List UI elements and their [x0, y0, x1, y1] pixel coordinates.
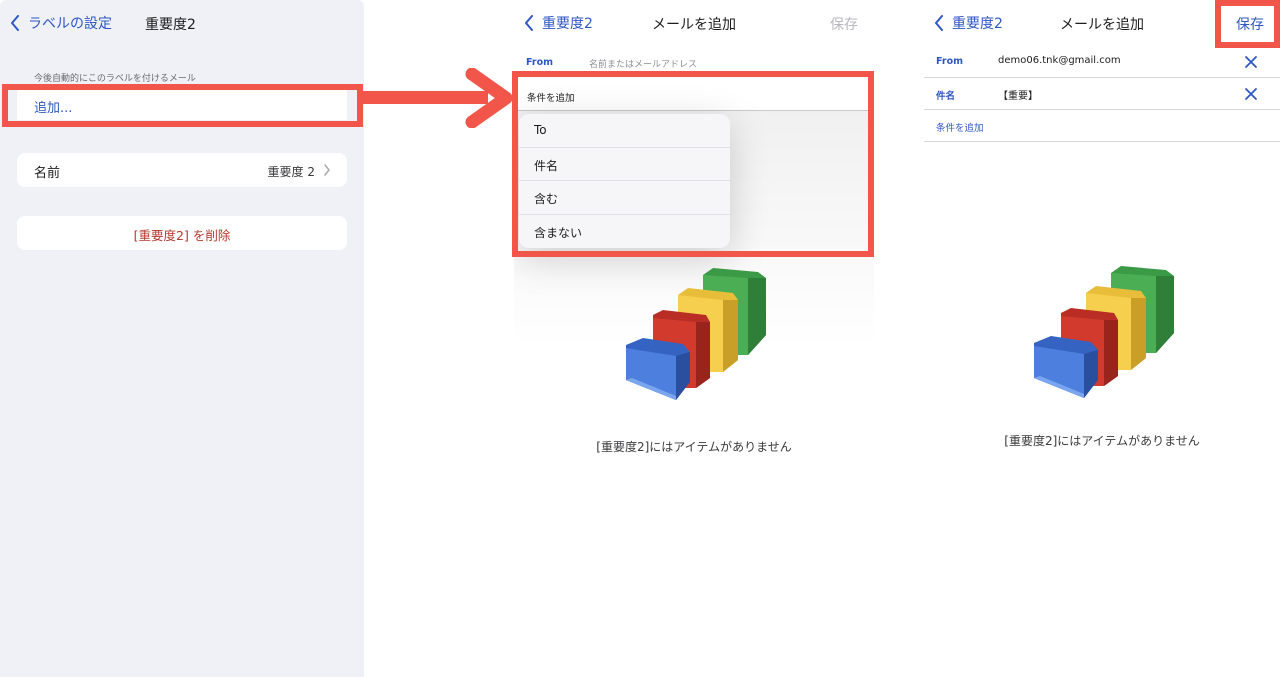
close-icon[interactable] [1244, 87, 1258, 101]
add-mail-screen-filled: 重要度2 メールを追加 保存 From demo06.tnk@gmail.com… [924, 0, 1280, 677]
highlight-add-row [2, 84, 363, 127]
navbar: ラベルの設定 重要度2 [0, 0, 364, 46]
from-field-row: From demo06.tnk@gmail.com [924, 46, 1280, 78]
folders-illustration [626, 268, 766, 400]
highlight-save-button [1215, 0, 1280, 48]
delete-label-button[interactable]: [重要度2] を削除 [17, 216, 347, 250]
folders-illustration [1034, 266, 1174, 398]
back-button[interactable]: ラベルの設定 [10, 13, 112, 33]
blue-folder [626, 338, 690, 400]
page-title: 重要度2 [145, 17, 196, 33]
label-name-row[interactable]: 名前 重要度 2 [17, 153, 347, 187]
add-condition-row[interactable]: 条件を追加 [924, 110, 1280, 142]
navbar: 重要度2 メールを追加 保存 [514, 0, 874, 46]
back-label: ラベルの設定 [28, 16, 112, 32]
section-hint: 今後自動的にこのラベルを付けるメール [34, 74, 196, 84]
subject-label: 件名 [936, 91, 956, 102]
from-label: From [936, 56, 963, 67]
name-label: 名前 [34, 166, 61, 181]
chevron-left-icon [11, 15, 19, 31]
delete-label-text: [重要度2] を削除 [133, 228, 231, 243]
from-input[interactable]: 名前またはメールアドレス [589, 57, 697, 70]
close-icon[interactable] [1244, 55, 1258, 69]
subject-value[interactable]: 【重要】 [998, 87, 1038, 102]
empty-message: [重要度2]にはアイテムがありません [1004, 434, 1200, 448]
name-value: 重要度 2 [267, 165, 315, 179]
highlight-condition-menu [512, 71, 874, 257]
empty-message: [重要度2]にはアイテムがありません [596, 440, 792, 454]
from-label: From [526, 57, 553, 68]
page-title: メールを追加 [652, 17, 736, 33]
chevron-right-icon [324, 164, 330, 176]
save-button[interactable]: 保存 [830, 14, 858, 34]
from-value[interactable]: demo06.tnk@gmail.com [998, 55, 1121, 66]
arrow-right-icon [360, 68, 513, 128]
add-condition-label: 条件を追加 [936, 123, 984, 134]
subject-field-row: 件名 【重要】 [924, 78, 1280, 110]
blue-folder [1034, 336, 1098, 398]
